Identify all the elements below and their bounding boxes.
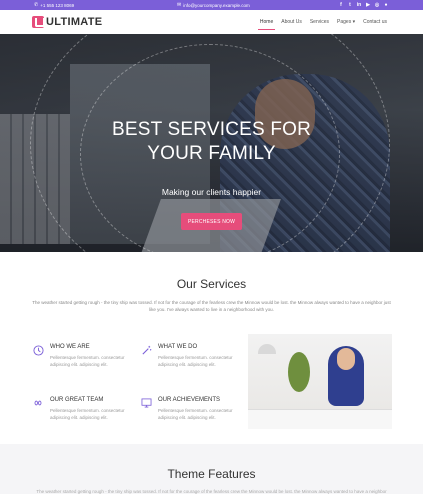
hero-subtitle: Making our clients happier	[161, 187, 262, 197]
nav-menu: Home About Us Services Pages ▾ Contact u…	[256, 10, 391, 34]
feature-title: OUR ACHIEVEMENTS	[158, 397, 221, 403]
feature-description: Pellentesque fermentum. consectetur adip…	[50, 408, 125, 420]
hero-title: BEST SERVICES FOR YOUR FAMILY	[0, 118, 423, 166]
hero-title-line2: YOUR FAMILY	[147, 143, 276, 164]
photo-face	[337, 348, 355, 370]
feature-title: WHAT WE DO	[158, 344, 198, 350]
top-bar: ✆ +1 555 123 8069 ✉ info@yourcompany.exa…	[0, 0, 423, 10]
feature-description: Pellentesque fermentum. consectetur adip…	[50, 355, 125, 367]
nav-item-about-us[interactable]: About Us	[277, 10, 306, 34]
monitor-icon	[140, 397, 152, 409]
nav-item-contact-us[interactable]: Contact us	[359, 10, 391, 34]
hero-title-line1: BEST SERVICES FOR	[111, 119, 312, 140]
nav-item-home[interactable]: Home	[256, 10, 277, 34]
hero-banner: BEST SERVICES FOR YOUR FAMILY Making our…	[0, 34, 423, 252]
theme-features-description: The weather started getting rough - the …	[36, 489, 387, 494]
services-heading: Our Services	[176, 277, 247, 291]
infinity-icon	[32, 397, 44, 409]
linkedin-icon[interactable]: in	[356, 2, 362, 8]
twitter-icon[interactable]: t	[347, 2, 353, 8]
instagram-icon[interactable]: ◎	[374, 2, 380, 8]
magic-wand-icon	[140, 344, 152, 356]
logo-icon	[32, 16, 45, 28]
phone-info: ✆ +1 555 123 8069	[34, 2, 74, 8]
youtube-icon[interactable]: ▶	[365, 2, 371, 8]
feature-description: Pellentesque fermentum. consectetur adip…	[158, 355, 233, 367]
feature-title: WHO WE ARE	[50, 344, 90, 350]
feature-title: OUR GREAT TEAM	[50, 397, 104, 403]
facebook-icon[interactable]: f	[338, 2, 344, 8]
logo[interactable]: ULTIMATE	[32, 16, 102, 28]
phone-icon: ✆	[34, 2, 39, 8]
social-links: f t in ▶ ◎ ●	[338, 2, 389, 8]
phone-number: +1 555 123 8069	[40, 2, 75, 8]
photo-plant	[288, 352, 310, 392]
services-photo	[248, 334, 392, 429]
email-info[interactable]: ✉ info@yourcompany.example.com	[177, 0, 250, 10]
email-icon: ✉	[177, 2, 182, 8]
nav-item-pages[interactable]: Pages ▾	[333, 10, 359, 34]
logo-text: ULTIMATE	[46, 16, 103, 28]
photo-desk	[248, 409, 392, 429]
nav-item-services[interactable]: Services	[306, 10, 333, 34]
photo-lamp	[258, 344, 276, 354]
theme-features-heading: Theme Features	[167, 467, 256, 481]
main-navbar: ULTIMATE Home About Us Services Pages ▾ …	[0, 10, 423, 34]
purchase-now-button[interactable]: PERCHESES NOW	[181, 213, 242, 230]
clock-icon	[32, 344, 44, 356]
services-description: The weather started getting rough - the …	[32, 300, 391, 312]
feature-description: Pellentesque fermentum. consectetur adip…	[158, 408, 233, 420]
email-address[interactable]: info@yourcompany.example.com	[183, 3, 250, 8]
github-icon[interactable]: ●	[383, 2, 389, 8]
